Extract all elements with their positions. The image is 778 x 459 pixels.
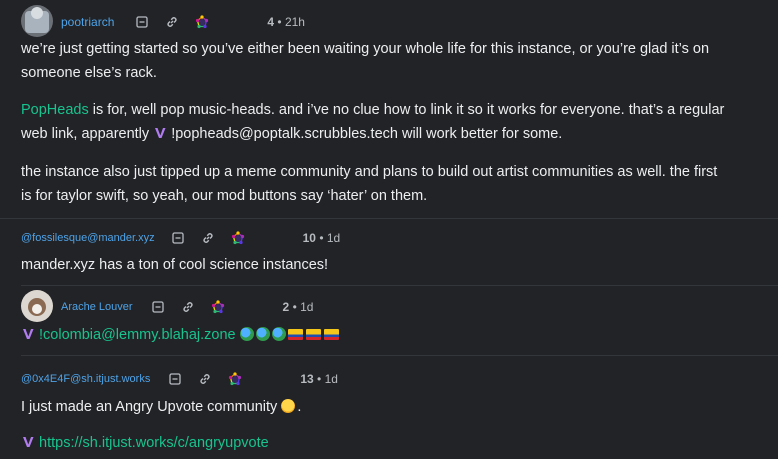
divider bbox=[21, 355, 778, 356]
lemmy-icon bbox=[153, 126, 167, 140]
smiling-face-emoji bbox=[281, 399, 296, 413]
comment-meta: Arache Louver 2 • 1d bbox=[61, 295, 313, 319]
fediverse-icon[interactable] bbox=[231, 231, 245, 245]
community-url-link[interactable]: https://sh.itjust.works/c/angryupvote bbox=[39, 435, 269, 451]
globe-emoji bbox=[239, 327, 254, 341]
avatar[interactable] bbox=[21, 290, 53, 322]
comment-body-line: https://sh.itjust.works/c/angryupvote bbox=[21, 432, 269, 454]
comment-score: 2 • 1d bbox=[283, 300, 314, 314]
separator-dot: • bbox=[319, 231, 324, 245]
username-link[interactable]: Arache Louver bbox=[61, 301, 133, 313]
globe-emoji bbox=[255, 327, 270, 341]
comment-time: 1d bbox=[324, 372, 338, 386]
username-link[interactable]: @fossilesque@mander.xyz bbox=[21, 232, 155, 244]
score-value: 13 bbox=[300, 372, 314, 386]
popheads-link[interactable]: PopHeads bbox=[21, 102, 89, 118]
comment-score: 4 • 21h bbox=[267, 15, 305, 29]
colombia-flag-emoji bbox=[305, 329, 321, 340]
comment-score: 13 • 1d bbox=[300, 372, 338, 386]
comment-meta: @fossilesque@mander.xyz 10 • 1d bbox=[21, 226, 340, 250]
comment-score: 10 • 1d bbox=[303, 231, 341, 245]
comment-body-line: is for taylor swift, so yeah, our mod bu… bbox=[21, 188, 428, 204]
separator-dot: • bbox=[317, 372, 322, 386]
score-value: 2 bbox=[282, 300, 290, 314]
divider bbox=[0, 218, 778, 219]
avatar[interactable] bbox=[21, 5, 53, 37]
username-link[interactable]: pootriarch bbox=[61, 15, 114, 29]
colombia-flag-emoji bbox=[323, 329, 339, 340]
lemmy-icon bbox=[21, 327, 35, 341]
link-icon[interactable] bbox=[201, 231, 215, 245]
fediverse-icon[interactable] bbox=[211, 300, 225, 314]
comment-body-line: we’re just getting started so you’ve eit… bbox=[21, 41, 710, 57]
comment-time: 1d bbox=[326, 231, 341, 245]
comment-body-line: !colombia@lemmy.blahaj.zone bbox=[21, 324, 342, 346]
comment-body-line: I just made an Angry Upvote community . bbox=[21, 399, 302, 415]
body-text: is for, well pop music-heads. and i’ve n… bbox=[88, 102, 725, 118]
community-link-text: !popheads@poptalk.scrubbles.tech will wo… bbox=[167, 126, 563, 142]
comment-time: 21h bbox=[284, 15, 305, 29]
link-icon[interactable] bbox=[165, 15, 179, 29]
comment-body-line: PopHeads is for, well pop music-heads. a… bbox=[21, 99, 724, 121]
comment-body-line: mander.xyz has a ton of cool science ins… bbox=[21, 257, 329, 273]
body-text: I just made an Angry Upvote community bbox=[21, 399, 282, 415]
collapse-icon[interactable] bbox=[151, 300, 165, 314]
fediverse-icon[interactable] bbox=[195, 15, 209, 29]
separator-dot: • bbox=[277, 15, 282, 29]
collapse-icon[interactable] bbox=[135, 15, 149, 29]
comment-meta: pootriarch 4 • 21h bbox=[61, 10, 305, 34]
comment-body-line: web link, apparently !popheads@poptalk.s… bbox=[21, 123, 562, 145]
score-value: 10 bbox=[302, 231, 316, 245]
comment-meta: @0x4E4F@sh.itjust.works 13 • 1d bbox=[21, 367, 338, 391]
score-value: 4 bbox=[267, 15, 275, 29]
collapse-icon[interactable] bbox=[171, 231, 185, 245]
link-icon[interactable] bbox=[198, 372, 212, 386]
colombia-flag-emoji bbox=[287, 329, 303, 340]
comment-body-line: the instance also just tipped up a meme … bbox=[21, 164, 718, 180]
separator-dot: • bbox=[292, 300, 297, 314]
fediverse-icon[interactable] bbox=[228, 372, 242, 386]
comment-time: 1d bbox=[300, 300, 314, 314]
link-icon[interactable] bbox=[181, 300, 195, 314]
community-link[interactable]: !colombia@lemmy.blahaj.zone bbox=[39, 327, 236, 343]
collapse-icon[interactable] bbox=[168, 372, 182, 386]
body-text: web link, apparently bbox=[21, 126, 154, 142]
globe-emoji bbox=[271, 327, 286, 341]
comment-body-line: someone else’s rack. bbox=[21, 65, 157, 81]
username-link[interactable]: @0x4E4F@sh.itjust.works bbox=[21, 373, 150, 385]
divider bbox=[21, 285, 778, 286]
lemmy-icon bbox=[21, 435, 35, 449]
